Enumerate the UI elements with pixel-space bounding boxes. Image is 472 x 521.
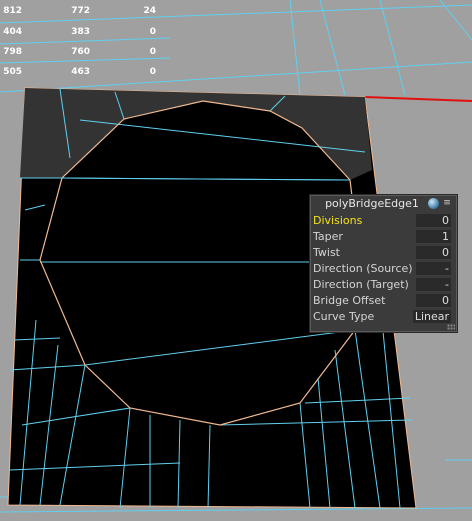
attr-row-direction-target[interactable]: Direction (Target) - [311,277,456,293]
hud-value: 772 [71,6,90,16]
hud-value: 760 [71,47,90,57]
attr-value-field[interactable]: 0 [416,214,451,227]
hud-row-faces: 798 760 0 [0,47,170,63]
in-view-editor-header[interactable]: polyBridgeEdge1 ≡ [311,196,456,212]
attr-row-direction-source[interactable]: Direction (Source) - [311,261,456,277]
hud-value: 812 [3,6,22,16]
lock-toggle-icon[interactable] [428,198,439,209]
attr-row-taper[interactable]: Taper 1 [311,229,456,245]
attr-label[interactable]: Divisions [313,214,362,227]
attr-label[interactable]: Direction (Target) [313,278,409,291]
attr-label[interactable]: Bridge Offset [313,294,385,307]
node-title[interactable]: polyBridgeEdge1 [311,197,433,210]
attr-row-twist[interactable]: Twist 0 [311,245,456,261]
attr-label[interactable]: Curve Type [313,310,374,323]
hud-row-verts: 812 772 24 [0,6,170,22]
hud-row-tris: 505 463 0 [0,67,170,83]
attr-row-bridge-offset[interactable]: Bridge Offset 0 [311,293,456,309]
hud-value: 0 [149,47,156,57]
hud-value: 383 [71,27,90,37]
hud-row-edges: 404 383 0 [0,27,170,43]
hud-value: 24 [143,6,156,16]
attr-row-curve-type[interactable]: Curve Type Linear [311,309,456,325]
attr-label[interactable]: Taper [313,230,343,243]
in-view-editor[interactable]: polyBridgeEdge1 ≡ Divisions 0 Taper 1 Tw… [310,195,457,332]
menu-icon[interactable]: ≡ [442,198,452,209]
attr-label[interactable]: Twist [313,246,340,259]
attr-row-divisions[interactable]: Divisions 0 [311,213,456,229]
attr-value-field[interactable]: 1 [416,230,451,243]
attr-value-field[interactable]: - [416,262,451,275]
hud-value: 0 [149,67,156,77]
hud-value: 798 [3,47,22,57]
hud-value: 463 [71,67,90,77]
attr-value-field[interactable]: 0 [416,246,451,259]
resize-grip-icon[interactable] [447,324,455,330]
hud-value: 0 [149,27,156,37]
hud-value: 505 [3,67,22,77]
hud-value: 404 [3,27,22,37]
attr-value-field[interactable]: 0 [416,294,451,307]
attr-value-field[interactable]: Linear [413,310,451,323]
attr-value-field[interactable]: - [416,278,451,291]
attr-label[interactable]: Direction (Source) [313,262,413,275]
axis-line [364,96,472,102]
